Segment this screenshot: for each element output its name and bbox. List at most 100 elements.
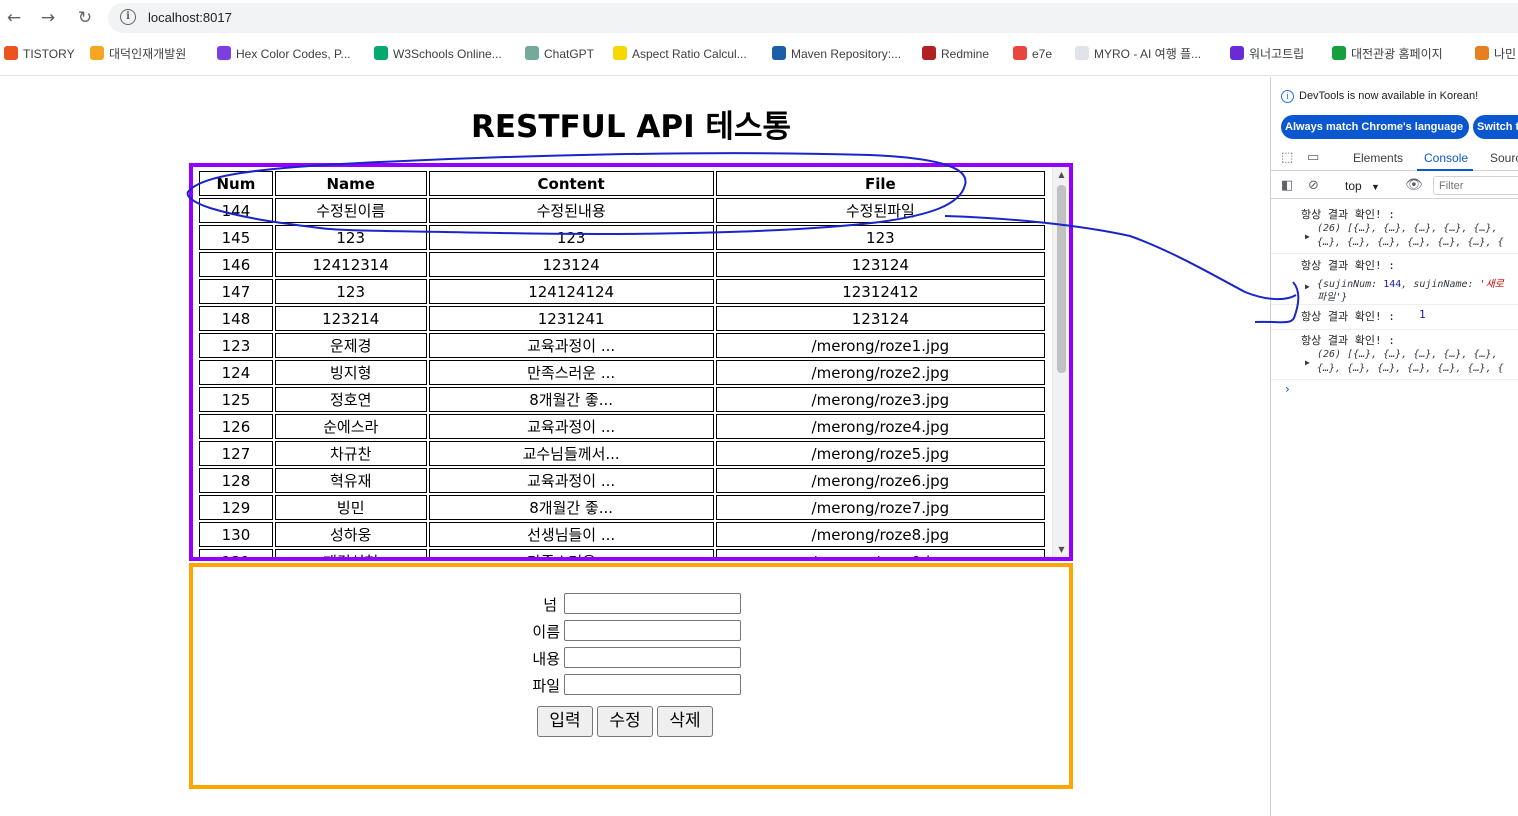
scroll-up-icon[interactable]: ▲: [1057, 170, 1066, 179]
tab-console[interactable]: Console: [1424, 151, 1468, 165]
sidebar-toggle-icon[interactable]: ◧: [1281, 178, 1293, 193]
switch-language-button[interactable]: Switch t: [1473, 115, 1518, 139]
bookmark-item[interactable]: Redmine: [922, 46, 989, 64]
log-message: 항상 결과 확인! :: [1301, 310, 1395, 323]
table-row[interactable]: 129 빙민 8개월간 좋.../merong/roze7.jpg: [199, 495, 1045, 520]
scroll-down-icon[interactable]: ▼: [1057, 545, 1066, 554]
table-scroll-area[interactable]: Num Name Content File 144 수정된이름 수정된내용 수정된파일…: [193, 167, 1069, 557]
bookmark-item[interactable]: 대덕인재개발원: [90, 46, 186, 64]
bookmark-item[interactable]: 대전관광 홈페이지: [1332, 46, 1443, 64]
table-row[interactable]: 125 정호연 8개월간 좋.../merong/roze3.jpg: [199, 387, 1045, 412]
bookmark-item[interactable]: ChatGPT: [525, 46, 594, 64]
expand-triangle-icon[interactable]: ▶: [1305, 232, 1310, 241]
dropdown-arrow-icon: ▼: [1371, 182, 1380, 192]
page-content: RESTFUL API 테스통 Num Name Content File 14…: [0, 77, 1270, 816]
table-row[interactable]: 144 수정된이름 수정된내용 수정된파일: [199, 198, 1045, 223]
devtools-info-text: DevTools is now available in Korean!: [1299, 90, 1479, 102]
table-row[interactable]: 124 빙지형 만족스러운 .../merong/roze2.jpg: [199, 360, 1045, 385]
cell-file: /merong/roze3.jpg: [715, 387, 1045, 412]
table-scrollbar[interactable]: ▲ ▼: [1052, 167, 1069, 557]
cell-num: 146: [199, 252, 273, 277]
cell-name: 12412314: [274, 252, 427, 277]
table-row[interactable]: 131재경성현만족스러운 .../merong/roze9.jpg: [199, 549, 1045, 557]
cell-name: 정호연: [274, 387, 427, 412]
console-log-entry: 항상 결과 확인! : ▶ {sujinNum: 144, sujinName:…: [1271, 255, 1518, 305]
bookmark-item[interactable]: MYRO - AI 여행 플...: [1075, 46, 1201, 64]
cell-file: /merong/roze2.jpg: [715, 360, 1045, 385]
log-object-line[interactable]: (26) [{…}, {…}, {…}, {…}, {…},: [1317, 349, 1498, 360]
cell-content: 123: [428, 225, 714, 250]
bookmark-item[interactable]: W3Schools Online...: [374, 46, 502, 64]
insert-button[interactable]: 입력: [537, 706, 593, 737]
delete-button[interactable]: 삭제: [657, 706, 713, 737]
inspect-element-icon[interactable]: ⬚: [1281, 150, 1293, 165]
table-row[interactable]: 128 혁유재 교육과정이 .../merong/roze6.jpg: [199, 468, 1045, 493]
forward-icon[interactable]: →: [36, 7, 60, 29]
table-row[interactable]: 147 123 124124124 12312412: [199, 279, 1045, 304]
bookmark-item[interactable]: e7e: [1013, 46, 1052, 64]
num-input[interactable]: [564, 593, 741, 614]
console-prompt[interactable]: ›: [1285, 382, 1290, 396]
bookmark-item[interactable]: Hex Color Codes, P...: [217, 46, 351, 64]
log-message: 항상 결과 확인! :: [1301, 259, 1395, 272]
cell-content: 교육과정이 ...: [428, 468, 714, 493]
cell-name: 빙지형: [274, 360, 427, 385]
eye-icon[interactable]: 👁: [1405, 177, 1423, 193]
bookmark-item[interactable]: TISTORY: [4, 46, 75, 64]
scrollbar-thumb[interactable]: [1057, 185, 1066, 373]
log-object-line[interactable]: (26) [{…}, {…}, {…}, {…}, {…},: [1317, 223, 1498, 234]
name-label: 이름: [532, 623, 560, 641]
table-row[interactable]: 127 차규찬 교수님들께서.../merong/roze5.jpg: [199, 441, 1045, 466]
bookmark-label: 워너고트립: [1249, 47, 1305, 61]
clear-console-icon[interactable]: ⊘: [1308, 178, 1319, 193]
bookmark-label: W3Schools Online...: [393, 47, 502, 61]
cell-content: 8개월간 좋...: [428, 387, 714, 412]
log-message: 항상 결과 확인! :: [1301, 208, 1395, 221]
bookmark-item[interactable]: 나민: [1475, 46, 1516, 64]
log-value: 1: [1419, 308, 1426, 321]
device-toolbar-icon[interactable]: ▭: [1307, 150, 1319, 165]
address-bar[interactable]: i localhost:8017: [108, 3, 1518, 33]
file-input[interactable]: [564, 674, 741, 695]
context-select[interactable]: top ▼: [1345, 179, 1380, 193]
bookmark-favicon-icon: [1475, 46, 1489, 60]
bookmark-item[interactable]: 워너고트립: [1230, 46, 1304, 64]
table-row[interactable]: 126 순에스라 교육과정이 .../merong/roze4.jpg: [199, 414, 1045, 439]
match-language-button[interactable]: Always match Chrome's language: [1281, 115, 1469, 139]
bookmark-label: 나민: [1494, 47, 1517, 61]
bookmark-label: TISTORY: [23, 47, 75, 61]
bookmark-item[interactable]: Aspect Ratio Calcul...: [613, 46, 747, 64]
expand-triangle-icon[interactable]: ▶: [1305, 282, 1310, 291]
log-object-line: {…}, {…}, {…}, {…}, {…}, {…}, {: [1317, 363, 1504, 374]
browser-chrome: ← → ↻ i localhost:8017 TISTORY 대덕인재개발원 Hex…: [0, 0, 1518, 76]
address-row: ← → ↻ i localhost:8017: [0, 0, 1518, 37]
devtools-panel: i DevTools is now available in Korean! Al…: [1270, 77, 1518, 816]
cell-content: 1231241: [428, 306, 714, 331]
cell-content: 123124: [428, 252, 714, 277]
bookmark-label: Maven Repository:...: [791, 47, 902, 61]
cell-file: 수정된파일: [715, 198, 1045, 223]
table-row[interactable]: 146 12412314 123124 123124: [199, 252, 1045, 277]
expand-triangle-icon[interactable]: ▶: [1305, 358, 1310, 367]
table-row[interactable]: 123 운제경 교육과정이 .../merong/roze1.jpg: [199, 333, 1045, 358]
cell-file: /merong/roze5.jpg: [715, 441, 1045, 466]
active-tab-indicator: [1417, 169, 1473, 171]
bookmark-item[interactable]: Maven Repository:...: [772, 46, 901, 64]
tab-sources[interactable]: Sourc: [1490, 151, 1518, 165]
site-info-icon[interactable]: i: [120, 9, 136, 25]
table-row[interactable]: 145 123 123 123: [199, 225, 1045, 250]
reload-icon[interactable]: ↻: [73, 7, 97, 29]
table-row[interactable]: 130 성하웅 선생님들이 .../merong/roze8.jpg: [199, 522, 1045, 547]
table-row[interactable]: 148 123214 1231241 123124: [199, 306, 1045, 331]
console-log-entry: 항상 결과 확인! : (26) [{…}, {…}, {…}, {…}, {……: [1271, 330, 1518, 380]
cell-num: 125: [199, 387, 273, 412]
back-icon[interactable]: ←: [2, 7, 26, 29]
cell-name: 성하웅: [274, 522, 427, 547]
update-button[interactable]: 수정: [597, 706, 653, 737]
name-input[interactable]: [564, 620, 741, 641]
console-filter-input[interactable]: [1433, 176, 1518, 195]
content-input[interactable]: [564, 647, 741, 668]
cell-num: 124: [199, 360, 273, 385]
tab-elements[interactable]: Elements: [1353, 151, 1403, 165]
page-title: RESTFUL API 테스통: [470, 109, 791, 145]
